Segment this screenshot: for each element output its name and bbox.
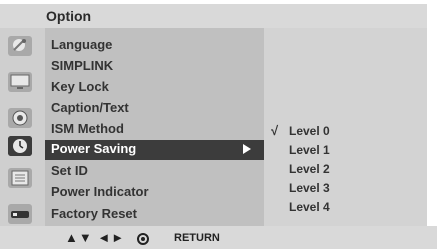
check-mark-icon: √ [271,123,279,138]
menu-item-set-id[interactable]: Set ID [45,162,264,182]
title-bar: Option [0,4,427,28]
submenu-item-level-3[interactable]: Level 3 [264,179,427,197]
page-title: Option [46,8,92,24]
menu-item-label: Caption/Text [51,100,129,115]
option-menu-osd: Option Language SIMPLINK Key Lock Captio… [0,0,437,249]
menu-item-key-lock[interactable]: Key Lock [45,78,264,98]
option-icon[interactable] [8,168,32,188]
menu-item-language[interactable]: Language [45,36,264,56]
submenu-item-level-0[interactable]: √ Level 0 [264,122,427,140]
ok-button-icon [137,233,149,245]
category-icon-column [0,28,45,226]
submenu-item-level-1[interactable]: Level 1 [264,141,427,159]
navigation-arrows-icon: ▲▼ ◄► [65,230,126,245]
monitor-icon[interactable] [8,72,32,92]
satellite-dish-icon[interactable] [8,36,32,56]
menu-item-label: Key Lock [51,79,109,94]
menu-item-label: ISM Method [51,121,124,136]
menu-item-factory-reset[interactable]: Factory Reset [45,205,264,225]
submenu-item-label: Level 4 [289,200,330,214]
menu-item-label: Power Indicator [51,184,149,199]
menu-item-simplink[interactable]: SIMPLINK [45,57,264,77]
submenu-item-label: Level 1 [289,143,330,157]
menu-item-label: SIMPLINK [51,58,114,73]
return-label: RETURN [174,232,220,244]
option-menu-list: Language SIMPLINK Key Lock Caption/Text … [45,28,264,226]
submenu-item-label: Level 2 [289,162,330,176]
menu-item-ism-method[interactable]: ISM Method [45,120,264,140]
speaker-icon[interactable] [8,108,32,128]
menu-item-power-saving[interactable]: Power Saving [45,140,264,160]
power-saving-submenu: √ Level 0 Level 1 Level 2 Level 3 Level … [264,28,427,226]
submenu-item-level-2[interactable]: Level 2 [264,160,427,178]
clock-icon[interactable] [8,136,32,156]
menu-item-power-indicator[interactable]: Power Indicator [45,183,264,203]
menu-item-label: Language [51,37,113,52]
menu-item-label: Power Saving [51,141,137,156]
submenu-item-level-4[interactable]: Level 4 [264,198,427,216]
menu-item-label: Factory Reset [51,206,137,221]
menu-item-label: Set ID [51,163,88,178]
submenu-item-label: Level 3 [289,181,330,195]
footer-help-bar: ▲▼ ◄► RETURN [0,226,437,249]
input-source-icon[interactable] [8,204,32,224]
submenu-item-label: Level 0 [289,124,330,138]
menu-item-caption-text[interactable]: Caption/Text [45,99,264,119]
right-arrow-icon [243,144,251,154]
